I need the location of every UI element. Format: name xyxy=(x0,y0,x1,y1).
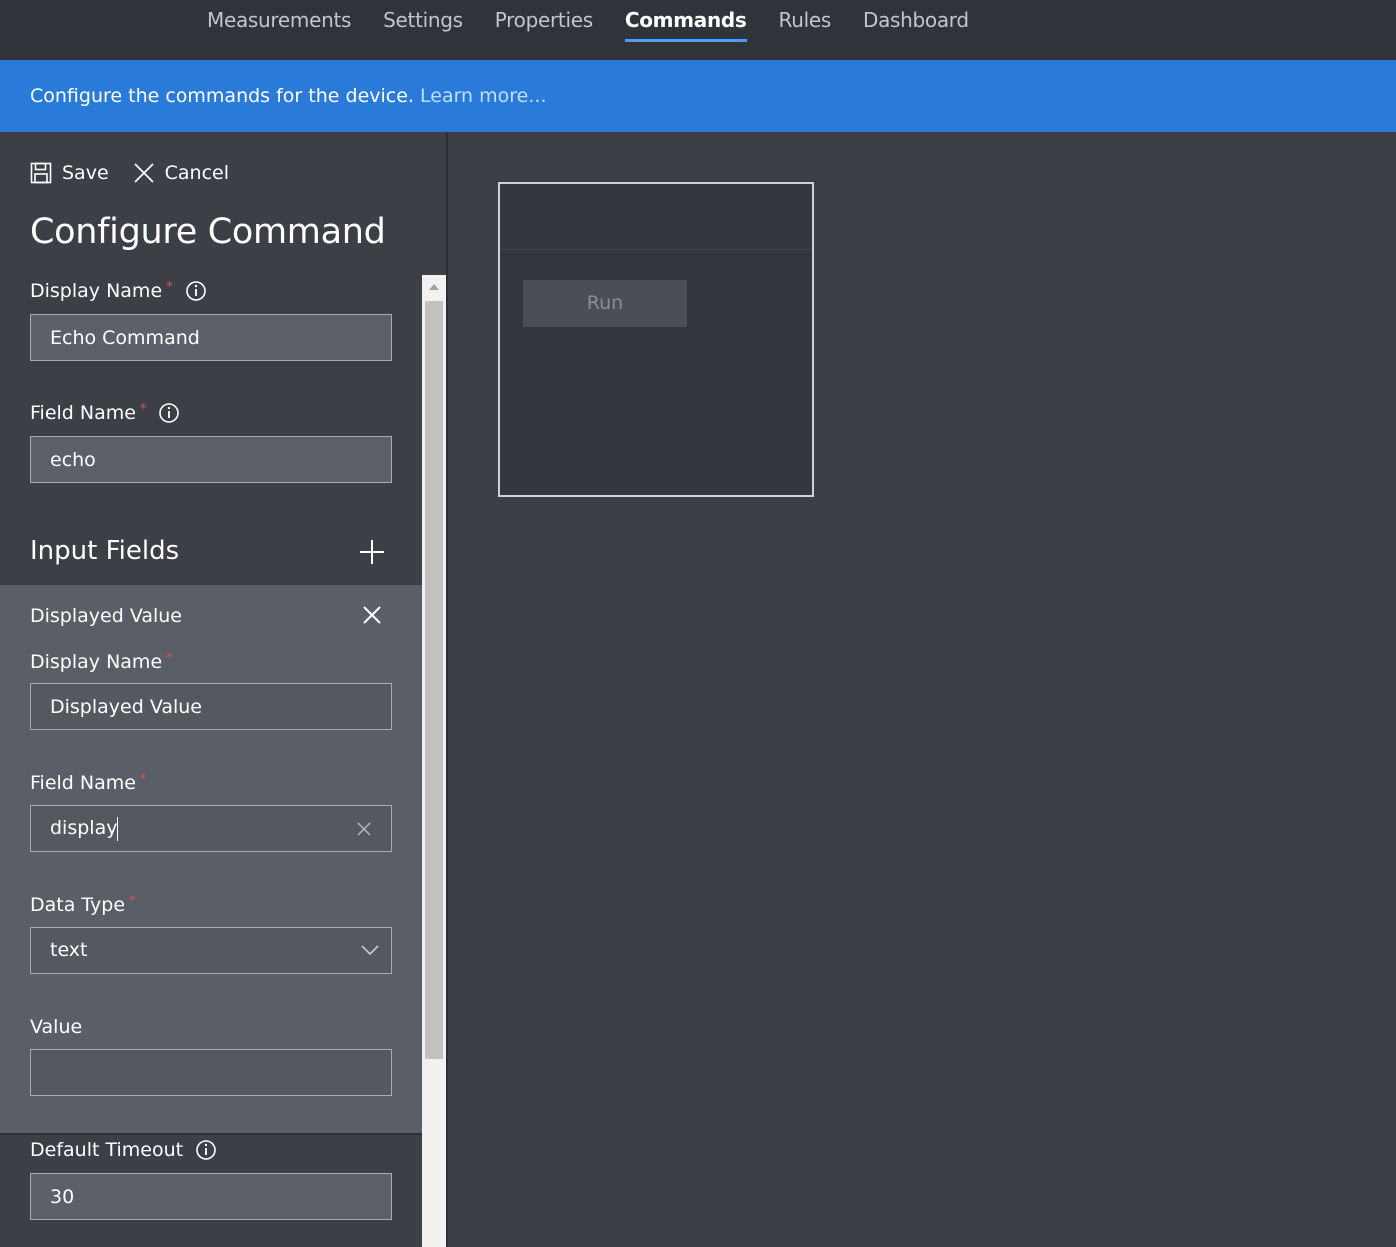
field-name-label-text: Field Name xyxy=(30,402,136,424)
required-marker: * xyxy=(129,893,136,909)
input-field-card: Displayed Value Display Name * Field Nam… xyxy=(0,585,422,1135)
scrollbar-thumb[interactable] xyxy=(425,301,443,1059)
plus-icon xyxy=(360,540,384,564)
close-icon xyxy=(363,606,381,624)
command-preview-tile: Run xyxy=(498,182,814,497)
value-label-text: Value xyxy=(30,1016,83,1038)
value-label: Value xyxy=(30,1016,82,1038)
tab-commands[interactable]: Commands xyxy=(624,0,747,60)
tab-dashboard[interactable]: Dashboard xyxy=(863,0,969,60)
info-banner: Configure the commands for the device. L… xyxy=(0,60,1396,132)
close-icon xyxy=(134,163,154,183)
tab-rules[interactable]: Rules xyxy=(779,0,832,60)
display-name-input[interactable] xyxy=(30,314,392,361)
page-title: Configure Command xyxy=(30,212,386,252)
data-type-label-text: Data Type xyxy=(30,894,126,916)
tab-settings[interactable]: Settings xyxy=(383,0,463,60)
scroll-up-button[interactable] xyxy=(422,275,446,299)
input-fields-heading: Input Fields xyxy=(30,536,180,566)
cancel-button[interactable]: Cancel xyxy=(133,162,229,184)
input-field-name-label-text: Field Name xyxy=(30,772,136,794)
input-display-name-input[interactable] xyxy=(30,683,392,730)
default-timeout-input[interactable] xyxy=(30,1173,392,1220)
save-icon xyxy=(30,162,52,184)
data-type-label: Data Type * xyxy=(30,893,136,917)
preview-tile-header xyxy=(500,184,812,250)
banner-message: Configure the commands for the device. L… xyxy=(30,85,546,107)
data-type-dropdown[interactable]: text xyxy=(30,927,392,974)
default-timeout-label: Default Timeout xyxy=(30,1139,217,1161)
input-field-name-value: display xyxy=(50,817,118,839)
input-display-name-label-text: Display Name xyxy=(30,651,163,673)
input-field-name-input[interactable]: display xyxy=(30,805,392,852)
top-nav-bar: Measurements Settings Properties Command… xyxy=(0,0,1396,60)
add-input-field-button[interactable] xyxy=(358,538,386,570)
configure-command-panel: Save Cancel Configure Command Display Na… xyxy=(0,132,448,1247)
run-button[interactable]: Run xyxy=(523,280,687,327)
required-marker: * xyxy=(139,401,147,417)
display-name-label: Display Name * xyxy=(30,280,207,302)
info-icon[interactable] xyxy=(195,1139,217,1161)
text-caret xyxy=(117,816,119,841)
clear-input-button[interactable] xyxy=(357,821,371,840)
banner-text: Configure the commands for the device. xyxy=(30,85,414,107)
value-input[interactable] xyxy=(30,1049,392,1096)
field-name-input[interactable] xyxy=(30,436,392,483)
info-icon[interactable] xyxy=(185,280,207,302)
info-icon[interactable] xyxy=(158,402,180,424)
default-timeout-label-text: Default Timeout xyxy=(30,1139,184,1161)
display-name-label-text: Display Name xyxy=(30,280,163,302)
data-type-value: text xyxy=(50,939,88,961)
cancel-label: Cancel xyxy=(164,162,230,184)
tab-list: Measurements Settings Properties Command… xyxy=(207,0,1001,60)
save-button[interactable]: Save xyxy=(30,162,109,184)
input-field-header: Displayed Value xyxy=(30,605,182,627)
vertical-scrollbar[interactable] xyxy=(422,275,446,1247)
required-marker: * xyxy=(166,650,173,666)
tab-measurements[interactable]: Measurements xyxy=(207,0,351,60)
triangle-up-icon xyxy=(429,284,439,290)
learn-more-link[interactable]: Learn more... xyxy=(420,85,546,107)
input-field-name-label: Field Name * xyxy=(30,771,147,795)
tab-properties[interactable]: Properties xyxy=(495,0,593,60)
required-marker: * xyxy=(166,279,173,295)
clear-icon xyxy=(357,822,371,836)
panel-toolbar: Save Cancel xyxy=(30,158,253,188)
field-name-label: Field Name * xyxy=(30,402,180,424)
input-display-name-label: Display Name * xyxy=(30,650,173,674)
save-label: Save xyxy=(62,162,109,184)
required-marker: * xyxy=(139,771,147,787)
remove-input-field-button[interactable] xyxy=(362,605,382,629)
